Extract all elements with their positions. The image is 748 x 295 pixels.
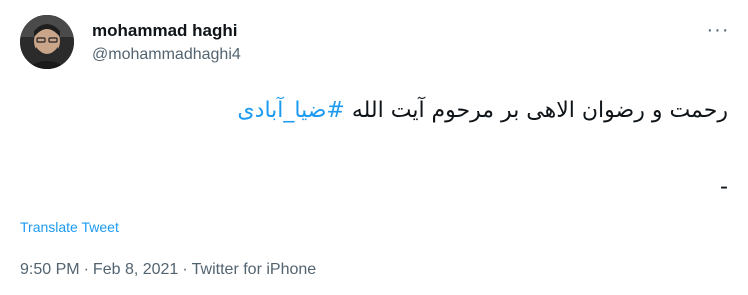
- more-options-icon: ···: [706, 19, 730, 41]
- avatar[interactable]: [20, 15, 74, 69]
- tweet-second-line: -: [720, 173, 728, 200]
- avatar-photo: [20, 15, 74, 69]
- tweet-card: mohammad haghi @mohammadhaghi4 ··· رحمت …: [0, 0, 748, 295]
- translate-tweet-link[interactable]: Translate Tweet: [20, 218, 119, 236]
- tweet-source[interactable]: Twitter for iPhone: [192, 261, 317, 278]
- more-options-button[interactable]: ···: [704, 16, 732, 44]
- separator: ·: [83, 261, 89, 278]
- user-handle[interactable]: @mohammadhaghi4: [92, 44, 241, 66]
- hashtag-link[interactable]: #ضیا_آبادی: [237, 98, 344, 123]
- tweet-meta: 9:50 PM · Feb 8, 2021 · Twitter for iPhone: [20, 260, 316, 280]
- separator: ·: [182, 261, 188, 278]
- tweet-text: رحمت و رضوان الاهی بر مرحوم آیت الله #ضی…: [28, 96, 728, 126]
- display-name[interactable]: mohammad haghi: [92, 20, 237, 42]
- tweet-time[interactable]: 9:50 PM: [20, 261, 80, 278]
- tweet-date[interactable]: Feb 8, 2021: [93, 261, 178, 278]
- tweet-body: رحمت و رضوان الاهی بر مرحوم آیت الله: [344, 98, 728, 123]
